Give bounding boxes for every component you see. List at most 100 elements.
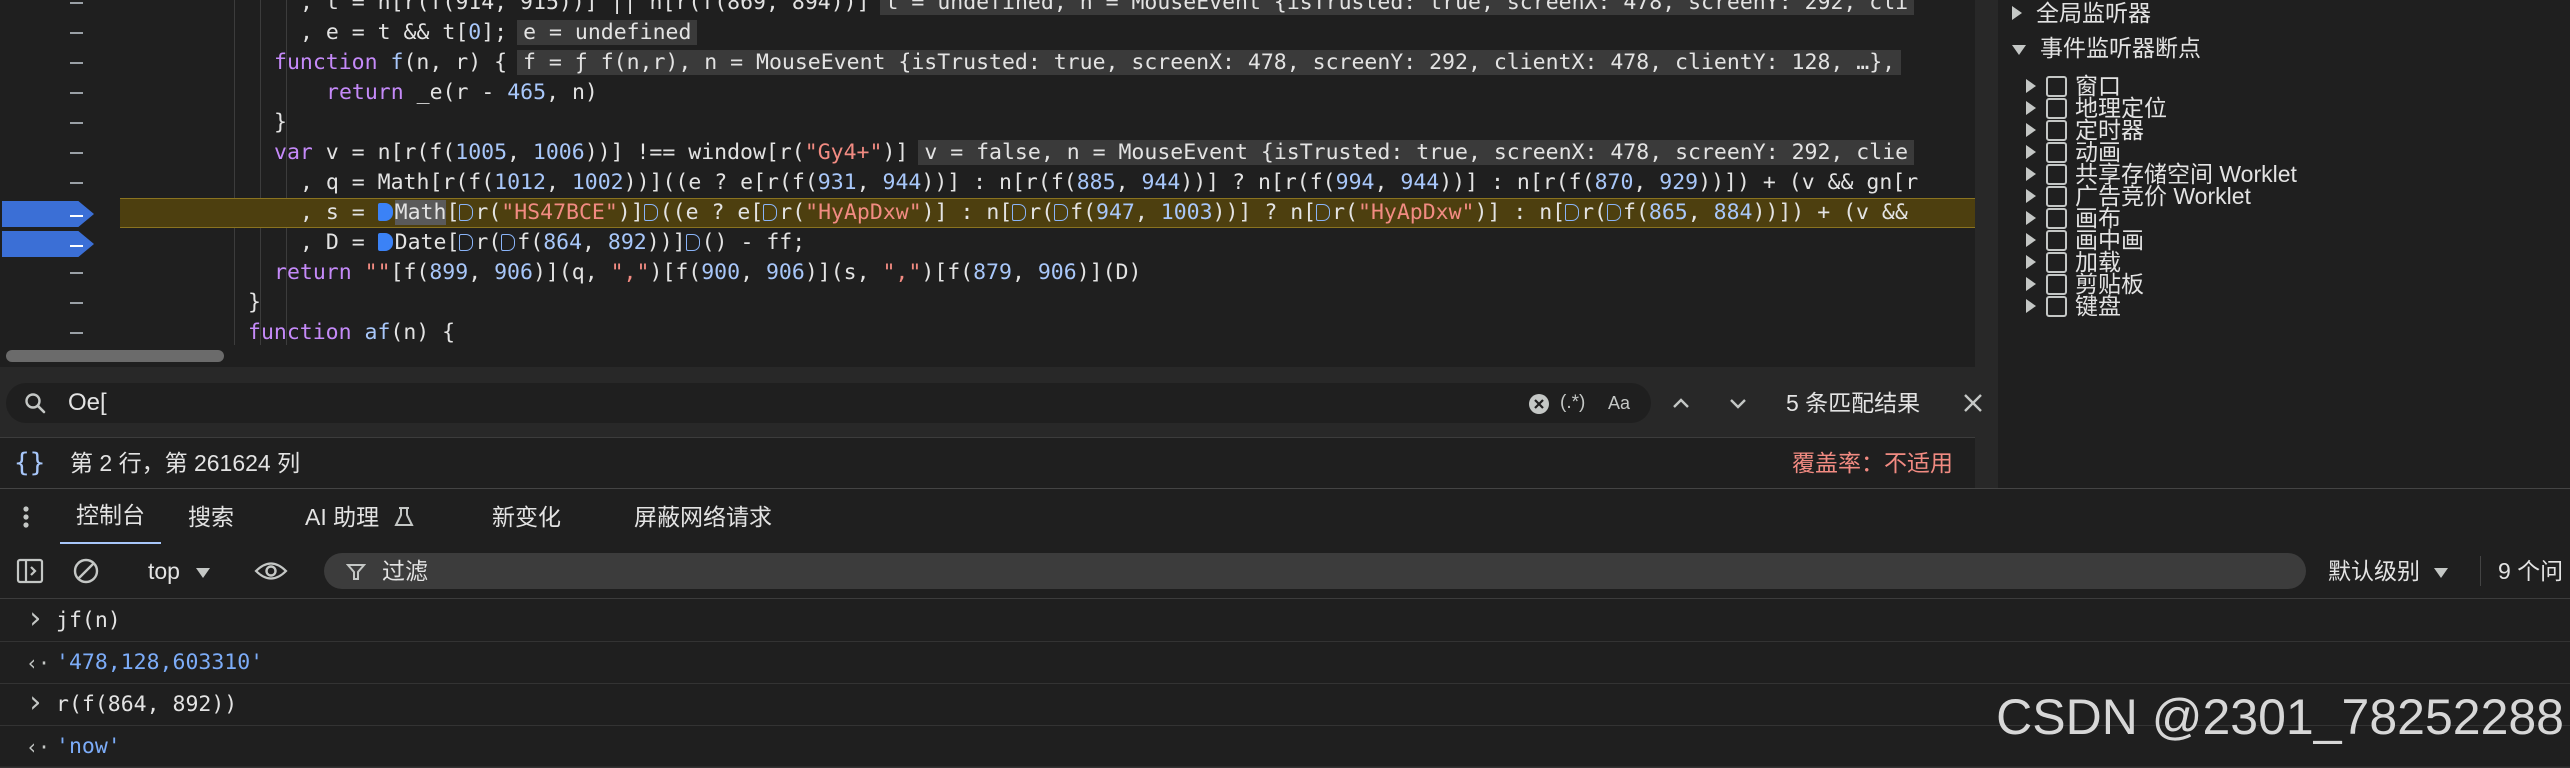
drawer-tab-bar: 控制台 搜索 AI 助理 新变化 屏蔽网络请求 bbox=[0, 488, 2570, 546]
gutter-line[interactable] bbox=[0, 108, 120, 138]
breakpoint-category[interactable]: 键盘 bbox=[1998, 288, 2121, 324]
category-label: 事件监听器断点 bbox=[2040, 35, 2201, 61]
line-dash bbox=[70, 122, 83, 124]
more-tabs-icon[interactable] bbox=[22, 505, 30, 529]
tab-search[interactable]: 搜索 bbox=[188, 489, 234, 545]
gutter-line[interactable] bbox=[0, 78, 120, 108]
console-toolbar: top 过滤 默认级别 9 个问 bbox=[0, 544, 2570, 599]
clear-search-icon[interactable] bbox=[1528, 393, 1550, 415]
gutter-line[interactable] bbox=[0, 0, 120, 18]
experiment-flask-icon bbox=[393, 506, 414, 528]
code-text: , s = Math[r("HS47BCE")] ((e ? e[r("HyApD… bbox=[300, 200, 1908, 225]
line-gutter[interactable] bbox=[0, 0, 120, 345]
tab-ai-assistance[interactable]: AI 助理 bbox=[305, 489, 414, 545]
line-dash bbox=[70, 302, 83, 304]
filter-icon bbox=[346, 562, 366, 582]
filter-placeholder: 过滤 bbox=[382, 558, 428, 584]
line-dash bbox=[70, 2, 83, 4]
line-dash bbox=[70, 182, 83, 184]
category-checkbox[interactable] bbox=[2046, 296, 2067, 317]
result-arrow-icon: ‹· bbox=[26, 735, 51, 759]
previous-match-icon[interactable] bbox=[1670, 392, 1692, 414]
next-match-icon[interactable] bbox=[1727, 392, 1749, 414]
code-text: var v = n[r(f(1005, 1006))] !== window[r… bbox=[274, 138, 1915, 168]
editor-horizontal-scrollbar[interactable] bbox=[0, 345, 1975, 367]
tab-console[interactable]: 控制台 bbox=[60, 489, 161, 545]
tab-changes[interactable]: 新变化 bbox=[492, 489, 561, 545]
chevron-down-icon bbox=[196, 568, 211, 578]
line-dash bbox=[70, 215, 83, 217]
context-value: top bbox=[148, 558, 180, 584]
code-area[interactable]: , t = n[r(f(914, 915))] || n[r(f(869, 89… bbox=[120, 0, 1975, 345]
code-text: , t = n[r(f(914, 915))] || n[r(f(869, 89… bbox=[300, 0, 1915, 18]
code-text: function f(n, r) {f = ƒ f(n,r), n = Mous… bbox=[274, 48, 1902, 78]
prompt-chevron-icon: › bbox=[26, 685, 45, 720]
expand-right-icon[interactable] bbox=[2026, 299, 2036, 313]
code-text: return _e(r - 465, n) bbox=[326, 80, 598, 105]
search-field[interactable]: Oe[ (.*) Aa bbox=[6, 383, 1651, 423]
match-case-toggle[interactable]: Aa bbox=[1608, 383, 1630, 423]
code-text: , D = Date[r(f(864, 892))]() - ff; bbox=[300, 230, 806, 255]
toolbar-divider bbox=[2480, 556, 2481, 586]
line-dash bbox=[70, 152, 83, 154]
breakpoint-marker[interactable] bbox=[2, 201, 94, 227]
breakpoint-category[interactable]: 事件监听器断点 bbox=[1998, 30, 2201, 66]
close-search-icon[interactable] bbox=[1962, 392, 1984, 414]
code-text: , e = t && t[0]; e = undefined bbox=[300, 18, 698, 48]
console-text: '478,128,603310' bbox=[56, 650, 264, 675]
watermark: CSDN @2301_78252288 bbox=[1996, 689, 2564, 745]
gutter-line[interactable] bbox=[0, 138, 120, 168]
gutter-line[interactable] bbox=[0, 228, 120, 258]
result-arrow-icon: ‹· bbox=[26, 651, 51, 675]
cursor-position: 第 2 行，第 261624 列 bbox=[70, 450, 301, 476]
line-dash bbox=[70, 272, 83, 274]
editor-status-bar: {} 第 2 行，第 261624 列 覆盖率：不适用 bbox=[0, 437, 1975, 489]
expand-right-icon[interactable] bbox=[2012, 6, 2022, 20]
search-bar: Oe[ (.*) Aa 5 条匹配结果 bbox=[0, 367, 1982, 437]
regex-toggle[interactable]: (.*) bbox=[1560, 383, 1585, 423]
coverage-status[interactable]: 覆盖率：不适用 bbox=[1792, 438, 1953, 488]
gutter-line[interactable] bbox=[0, 258, 120, 288]
code-text: } bbox=[248, 290, 261, 315]
breakpoints-panel: ...... 全局监听器事件监听器断点窗口地理定位定时器动画共享存储空间 Wor… bbox=[1998, 0, 2570, 488]
scrollbar-thumb[interactable] bbox=[6, 350, 224, 362]
log-level-selector[interactable]: 默认级别 bbox=[2328, 544, 2449, 598]
code-line-paused[interactable]: , s = Math[r("HS47BCE")] ((e ? e[r("HyApD… bbox=[120, 198, 1975, 228]
line-dash bbox=[70, 32, 83, 34]
tab-request-blocking[interactable]: 屏蔽网络请求 bbox=[634, 489, 772, 545]
expand-down-icon[interactable] bbox=[2012, 45, 2026, 55]
source-editor[interactable]: , t = n[r(f(914, 915))] || n[r(f(869, 89… bbox=[0, 0, 1975, 345]
code-text: function af(n) { bbox=[248, 320, 456, 345]
gutter-line[interactable] bbox=[0, 318, 120, 345]
console-filter[interactable]: 过滤 bbox=[324, 553, 2306, 589]
console-input-row[interactable]: › jf(n) bbox=[0, 601, 2570, 642]
live-expression-eye-icon[interactable] bbox=[254, 560, 288, 582]
tab-ai-label: AI 助理 bbox=[305, 504, 380, 530]
gutter-line[interactable] bbox=[0, 198, 120, 228]
issues-counter[interactable]: 9 个问 bbox=[2498, 544, 2563, 598]
line-dash bbox=[70, 92, 83, 94]
code-text: } bbox=[274, 110, 287, 135]
console-text: jf(n) bbox=[56, 608, 121, 633]
panel-splitter[interactable] bbox=[1975, 0, 1998, 488]
pretty-print-icon[interactable]: {} bbox=[14, 438, 45, 488]
breakpoint-marker[interactable] bbox=[2, 231, 94, 257]
match-count: 5 条匹配结果 bbox=[1786, 390, 1921, 416]
search-icon bbox=[24, 392, 46, 414]
search-input[interactable]: Oe[ bbox=[68, 383, 107, 423]
line-dash bbox=[70, 332, 83, 334]
log-level-value: 默认级别 bbox=[2328, 558, 2420, 584]
gutter-line[interactable] bbox=[0, 48, 120, 78]
console-text: r(f(864, 892)) bbox=[56, 692, 238, 717]
chevron-down-icon bbox=[2434, 568, 2449, 578]
gutter-line[interactable] bbox=[0, 168, 120, 198]
clear-console-icon[interactable] bbox=[72, 557, 100, 585]
indent-guide bbox=[234, 0, 235, 345]
gutter-line[interactable] bbox=[0, 288, 120, 318]
gutter-line[interactable] bbox=[0, 18, 120, 48]
console-result-row[interactable]: ‹· '478,128,603310' bbox=[0, 643, 2570, 684]
context-selector[interactable]: top bbox=[148, 544, 211, 598]
sidebar-toggle-icon[interactable] bbox=[16, 558, 44, 584]
line-dash bbox=[70, 245, 83, 247]
breakpoint-category[interactable]: 全局监听器 bbox=[1998, 0, 2151, 31]
